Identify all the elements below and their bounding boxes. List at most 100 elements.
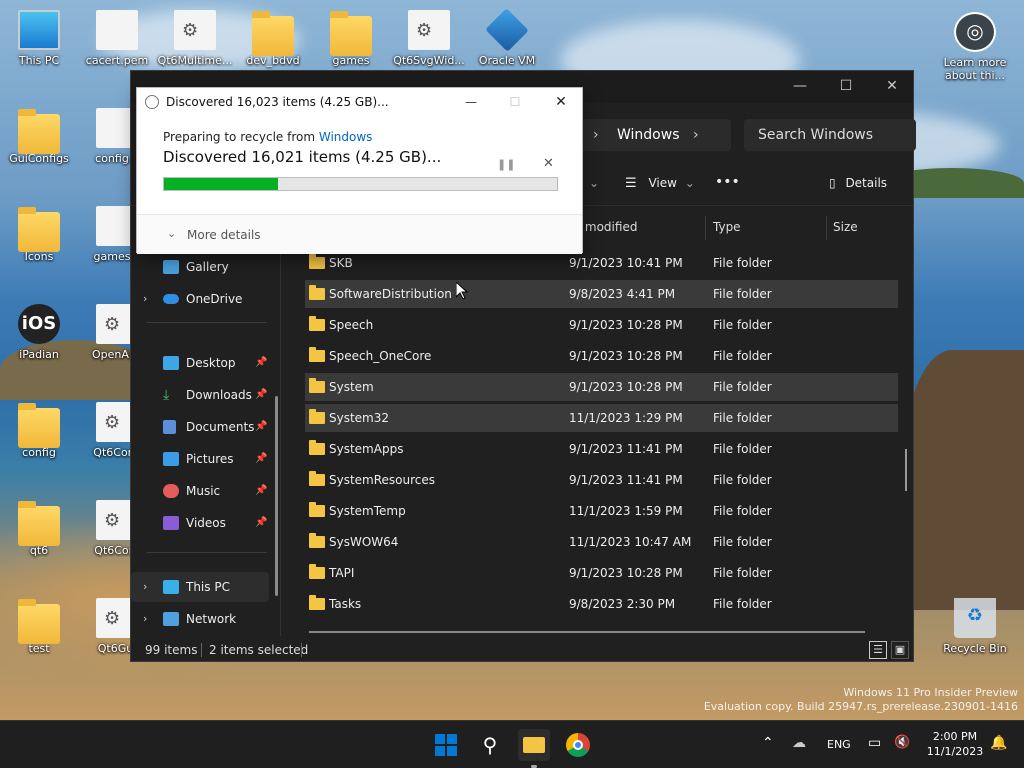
chevron-right-icon[interactable]: › bbox=[143, 572, 147, 602]
folder-icon bbox=[309, 564, 325, 579]
network-icon[interactable]: ▭ bbox=[868, 735, 881, 751]
folder-icon bbox=[309, 254, 325, 269]
start-button[interactable] bbox=[430, 729, 462, 761]
column-header-type[interactable]: Type bbox=[713, 220, 741, 234]
column-divider[interactable] bbox=[705, 216, 706, 240]
file-type: File folder bbox=[713, 287, 772, 301]
desktop-icon-qt6multimedia[interactable]: Qt6Multime... bbox=[157, 10, 233, 67]
source-folder-link[interactable]: Windows bbox=[319, 130, 373, 144]
file-name: SysWOW64 bbox=[329, 535, 399, 549]
desktop-icon-dev-bdvd[interactable]: dev_bdvd bbox=[235, 10, 311, 67]
virtualbox-icon bbox=[485, 8, 529, 52]
desktop-icon-recycle-bin[interactable]: ♻ Recycle Bin bbox=[937, 598, 1013, 655]
desktop-icon-this-pc[interactable]: This PC bbox=[1, 10, 77, 67]
chevron-down-icon[interactable]: ⌄ bbox=[589, 176, 599, 190]
file-date: 11/1/2023 1:29 PM bbox=[569, 411, 683, 425]
chevron-down-icon[interactable]: ⌄ bbox=[167, 227, 176, 240]
file-name: SystemResources bbox=[329, 473, 436, 487]
file-type: File folder bbox=[713, 535, 772, 549]
more-details-toggle[interactable]: More details bbox=[187, 228, 261, 242]
desktop-icon-learn-more[interactable]: ◎ Learn more about thi... bbox=[937, 12, 1013, 82]
chevron-right-icon[interactable]: › bbox=[143, 284, 147, 314]
chrome-icon bbox=[566, 733, 590, 757]
mouse-cursor-icon bbox=[456, 282, 468, 300]
search-button[interactable]: ⚲ bbox=[474, 729, 506, 761]
minimize-button[interactable]: — bbox=[461, 88, 481, 116]
file-type: File folder bbox=[713, 566, 772, 580]
chevron-right-icon[interactable]: › bbox=[143, 604, 147, 634]
table-row[interactable]: Speech_OneCore 9/1/2023 10:28 PM File fo… bbox=[305, 342, 898, 370]
nav-item-this-pc[interactable]: › This PC bbox=[131, 572, 269, 602]
tiles-view-button[interactable]: ▣ bbox=[891, 641, 909, 659]
status-bar: 99 items 2 items selected ☰ ▣ bbox=[131, 637, 913, 663]
pin-icon: 📌 bbox=[255, 421, 268, 432]
cloud-icon bbox=[163, 294, 179, 304]
file-date: 9/8/2023 2:30 PM bbox=[569, 597, 676, 611]
table-row[interactable]: SystemResources 9/1/2023 11:41 PM File f… bbox=[305, 466, 898, 494]
column-divider[interactable] bbox=[826, 216, 827, 240]
search-input[interactable]: Search Windows bbox=[744, 119, 916, 151]
nav-item-music[interactable]: Music 📌 bbox=[131, 476, 269, 506]
table-row[interactable]: TAPI 9/1/2023 10:28 PM File folder bbox=[305, 559, 898, 587]
desktop-icon-config[interactable]: config bbox=[1, 402, 77, 459]
nav-item-downloads[interactable]: ⤓ Downloads 📌 bbox=[131, 380, 269, 410]
close-button[interactable]: ✕ bbox=[551, 88, 571, 116]
table-row[interactable]: Tasks 9/8/2023 2:30 PM File folder bbox=[305, 590, 898, 618]
nav-item-onedrive[interactable]: › OneDrive bbox=[131, 284, 269, 314]
nav-item-pictures[interactable]: Pictures 📌 bbox=[131, 444, 269, 474]
nav-item-gallery[interactable]: Gallery bbox=[131, 252, 269, 282]
nav-scrollbar[interactable] bbox=[275, 396, 278, 596]
table-row[interactable]: Speech 9/1/2023 10:28 PM File folder bbox=[305, 311, 898, 339]
clock[interactable]: 2:00 PM 11/1/2023 bbox=[922, 729, 988, 759]
column-header-size[interactable]: Size bbox=[833, 220, 858, 234]
table-row[interactable]: SysWOW64 11/1/2023 10:47 AM File folder bbox=[305, 528, 898, 556]
nav-item-videos[interactable]: Videos 📌 bbox=[131, 508, 269, 538]
volume-muted-icon[interactable]: 🔇 bbox=[894, 735, 910, 750]
desktop-icon-icons[interactable]: Icons bbox=[1, 206, 77, 263]
nav-item-documents[interactable]: Documents 📌 bbox=[131, 412, 269, 442]
desktop-icon-ipadian[interactable]: iOS iPadian bbox=[1, 304, 77, 361]
desktop-icon-guiconfigs[interactable]: GuiConfigs bbox=[1, 108, 77, 165]
breadcrumb[interactable]: › Windows › bbox=[581, 119, 731, 151]
details-pane-button[interactable]: ▯ Details bbox=[829, 176, 887, 190]
view-button[interactable]: ☰ View ⌄ bbox=[625, 176, 695, 191]
desktop-icon-qt6[interactable]: qt6 bbox=[1, 500, 77, 557]
table-row[interactable]: System 9/1/2023 10:28 PM File folder bbox=[305, 373, 898, 401]
desktop-icon-games[interactable]: games bbox=[313, 10, 389, 67]
folder-icon bbox=[18, 501, 60, 546]
details-view-button[interactable]: ☰ bbox=[869, 641, 887, 659]
desktop-icon-test[interactable]: test bbox=[1, 598, 77, 655]
desktop-icon-qt6svgwidgets[interactable]: Qt6SvgWid... bbox=[391, 10, 467, 67]
language-indicator[interactable]: ENG bbox=[827, 738, 851, 751]
nav-item-desktop[interactable]: Desktop 📌 bbox=[131, 348, 269, 378]
nav-item-network[interactable]: › Network bbox=[131, 604, 269, 634]
desktop-icon-oracle-vm[interactable]: Oracle VM bbox=[469, 8, 545, 67]
table-row[interactable]: SoftwareDistribution 9/8/2023 4:41 PM Fi… bbox=[305, 280, 898, 308]
nav-divider bbox=[147, 322, 267, 323]
onedrive-icon[interactable]: ☁ bbox=[792, 735, 806, 751]
maximize-button[interactable]: ☐ bbox=[823, 71, 869, 101]
vertical-scrollbar[interactable] bbox=[905, 449, 907, 491]
desktop-icon-label: cacert.pem bbox=[85, 54, 149, 67]
table-row[interactable]: SystemApps 9/1/2023 11:41 PM File folder bbox=[305, 435, 898, 463]
horizontal-scrollbar[interactable] bbox=[309, 631, 865, 633]
table-row[interactable]: SystemTemp 11/1/2023 1:59 PM File folder bbox=[305, 497, 898, 525]
maximize-button[interactable]: ☐ bbox=[505, 88, 525, 116]
desktop-icon-cacert[interactable]: cacert.pem bbox=[79, 10, 155, 67]
notification-bell-icon[interactable]: 🔔 bbox=[990, 735, 1007, 751]
chevron-right-icon[interactable]: › bbox=[693, 119, 699, 151]
file-explorer-taskbar-button[interactable] bbox=[518, 729, 550, 768]
chrome-taskbar-button[interactable] bbox=[562, 729, 594, 761]
chevron-up-icon[interactable]: ⌃ bbox=[762, 735, 774, 751]
more-options-button[interactable]: ••• bbox=[715, 174, 740, 190]
folder-icon bbox=[309, 347, 325, 362]
close-button[interactable]: ✕ bbox=[869, 71, 915, 101]
table-row[interactable]: System32 11/1/2023 1:29 PM File folder bbox=[305, 404, 898, 432]
minimize-button[interactable]: — bbox=[777, 71, 823, 101]
cancel-button[interactable]: ✕ bbox=[543, 156, 554, 171]
dialog-titlebar[interactable]: Discovered 16,023 items (4.25 GB)... — ☐… bbox=[137, 88, 582, 116]
download-icon: ⤓ bbox=[163, 387, 170, 403]
breadcrumb-item-windows[interactable]: Windows bbox=[617, 119, 680, 151]
preparing-text: Preparing to recycle from Windows bbox=[163, 130, 563, 144]
pause-button[interactable]: ❚❚ bbox=[497, 158, 515, 171]
